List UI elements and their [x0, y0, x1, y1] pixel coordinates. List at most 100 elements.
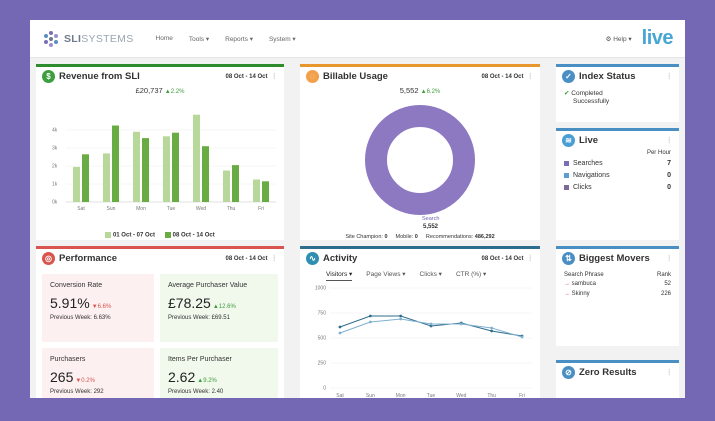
- x-tick-label: Tue: [167, 206, 176, 212]
- activity-line-chart: 1000 750 500 250 0 Sat Sun Mon Tue Wed Thu Fri: [315, 286, 532, 398]
- reco-label: Recommendations:: [425, 234, 474, 240]
- down-arrow-icon: →: [564, 291, 570, 297]
- row-value: 0: [667, 183, 671, 191]
- info-icon[interactable]: ❕: [666, 137, 673, 144]
- y-tick-label: 0: [323, 386, 326, 392]
- tab-ctr[interactable]: CTR (%) ▾: [456, 270, 486, 281]
- row-value: 7: [667, 159, 671, 167]
- mobile-label: Mobile:: [395, 234, 414, 240]
- mover-row[interactable]: → sambuca 52: [564, 281, 671, 291]
- logo[interactable]: SLISYSTEMS: [42, 30, 134, 48]
- tab-clicks[interactable]: Clicks ▾: [420, 270, 442, 281]
- series-line: [339, 318, 523, 338]
- mover-row[interactable]: → Skinny 226: [564, 291, 671, 301]
- panel-title: Billable Usage: [323, 71, 388, 82]
- activity-panel: ∿ Activity 08 Oct - 14 Oct ❕ Visitors ▾ …: [300, 246, 540, 398]
- hour-label: Hour: [657, 150, 671, 156]
- donut-slice-search: [365, 105, 475, 215]
- card-value: £78.25: [168, 295, 211, 311]
- data-point: [520, 335, 524, 339]
- bar: [103, 153, 110, 202]
- col-phrase: Search Phrase: [564, 272, 604, 278]
- card-label: Conversion Rate: [50, 282, 103, 289]
- trending-icon: ⇅: [562, 252, 575, 265]
- revenue-total: £20,737: [135, 86, 163, 95]
- slice-value: 5,552: [423, 224, 439, 230]
- per-label: Per: [646, 150, 657, 156]
- info-icon[interactable]: ❕: [666, 73, 673, 80]
- card-previous: Previous Week: 6.63%: [50, 315, 111, 321]
- bar: [202, 146, 209, 202]
- clicks-swatch: [564, 184, 569, 190]
- card-avg-purchaser-value: Average Purchaser Value £78.25 ▲12.6% Pre…: [160, 274, 278, 342]
- card-value: 5.91%: [50, 295, 90, 311]
- zero-results-panel: ⊘ Zero Results ❕: [556, 360, 679, 398]
- y-tick-label: 0k: [52, 200, 58, 206]
- y-tick-label: 3k: [52, 146, 58, 152]
- data-point: [459, 322, 463, 326]
- usage-total: 5,552: [399, 86, 419, 95]
- x-tick-label: Sat: [336, 393, 344, 398]
- x-tick-label: Tue: [427, 393, 436, 398]
- card-change: ▼6.6%: [91, 304, 112, 310]
- card-value: 265: [50, 369, 74, 385]
- info-icon[interactable]: ❕: [527, 255, 534, 262]
- bar: [253, 179, 260, 202]
- data-point: [490, 329, 494, 333]
- slice-label: Search: [422, 216, 439, 222]
- x-tick-label: Mon: [136, 206, 146, 212]
- help-label: Help ▾: [613, 35, 632, 43]
- info-icon[interactable]: ❕: [666, 255, 673, 262]
- y-tick-label: 500: [318, 336, 327, 342]
- date-range: 08 Oct - 14 Oct: [225, 73, 268, 80]
- y-tick-label: 4k: [52, 128, 58, 134]
- live-brand: live: [641, 27, 674, 49]
- mover-rank: 52: [664, 281, 671, 287]
- x-tick-label: Fri: [258, 206, 264, 212]
- card-label: Purchasers: [50, 356, 86, 363]
- info-icon[interactable]: ❕: [271, 73, 278, 80]
- champion-label: Site Champion:: [345, 234, 383, 240]
- info-icon[interactable]: ❕: [527, 73, 534, 80]
- data-point: [429, 322, 433, 326]
- dashboard-screen: SLISYSTEMS Home Tools ▾ Reports ▾ System…: [30, 20, 685, 398]
- date-range: 08 Oct - 14 Oct: [225, 255, 268, 262]
- logo-text-light: SYSTEMS: [81, 32, 134, 45]
- tab-visitors[interactable]: Visitors ▾: [326, 270, 353, 281]
- card-change: ▼0.2%: [75, 378, 95, 384]
- sli-logo-icon: [44, 30, 58, 47]
- card-purchasers: Purchasers 265 ▼0.2% Previous Week: 292: [42, 348, 154, 398]
- info-icon[interactable]: ❕: [666, 369, 673, 376]
- panel-title: Performance: [59, 253, 118, 264]
- card-change: ▲9.2%: [197, 378, 217, 384]
- date-range: 08 Oct - 14 Oct: [481, 73, 524, 80]
- mover-rank: 226: [660, 291, 671, 297]
- y-tick-label: 1000: [315, 286, 326, 292]
- data-point: [338, 331, 342, 335]
- data-point: [399, 314, 403, 318]
- usage-donut-chart: Search: [365, 105, 475, 222]
- bar: [112, 125, 119, 202]
- nav-tools[interactable]: Tools ▾: [189, 35, 209, 43]
- panel-title: Index Status: [579, 71, 636, 82]
- card-label: Average Purchaser Value: [168, 282, 248, 289]
- bar: [232, 165, 239, 202]
- info-icon[interactable]: ❕: [271, 255, 278, 262]
- data-point: [490, 326, 494, 330]
- status-line1: Completed: [571, 90, 603, 97]
- x-tick-label: Fri: [519, 393, 525, 398]
- tab-page-views[interactable]: Page Views ▾: [366, 270, 405, 281]
- help-menu[interactable]: ⚙ Help ▾: [606, 35, 632, 43]
- target-icon: ◎: [42, 252, 55, 265]
- nav-reports[interactable]: Reports ▾: [225, 35, 253, 43]
- nav-system[interactable]: System ▾: [269, 35, 296, 43]
- legend-prev-label: 01 Oct - 07 Oct: [112, 232, 155, 239]
- logo-text: SLI: [64, 32, 82, 45]
- bar: [133, 131, 140, 202]
- nav-home[interactable]: Home: [156, 35, 173, 42]
- billable-panel: ◌ Billable Usage 08 Oct - 14 Oct ❕ 5,552…: [300, 64, 540, 240]
- card-previous: Previous Week: 292: [50, 389, 104, 395]
- check-circle-icon: ✓: [562, 70, 575, 83]
- top-nav: SLISYSTEMS Home Tools ▾ Reports ▾ System…: [30, 20, 685, 58]
- x-tick-label: Sun: [107, 206, 116, 212]
